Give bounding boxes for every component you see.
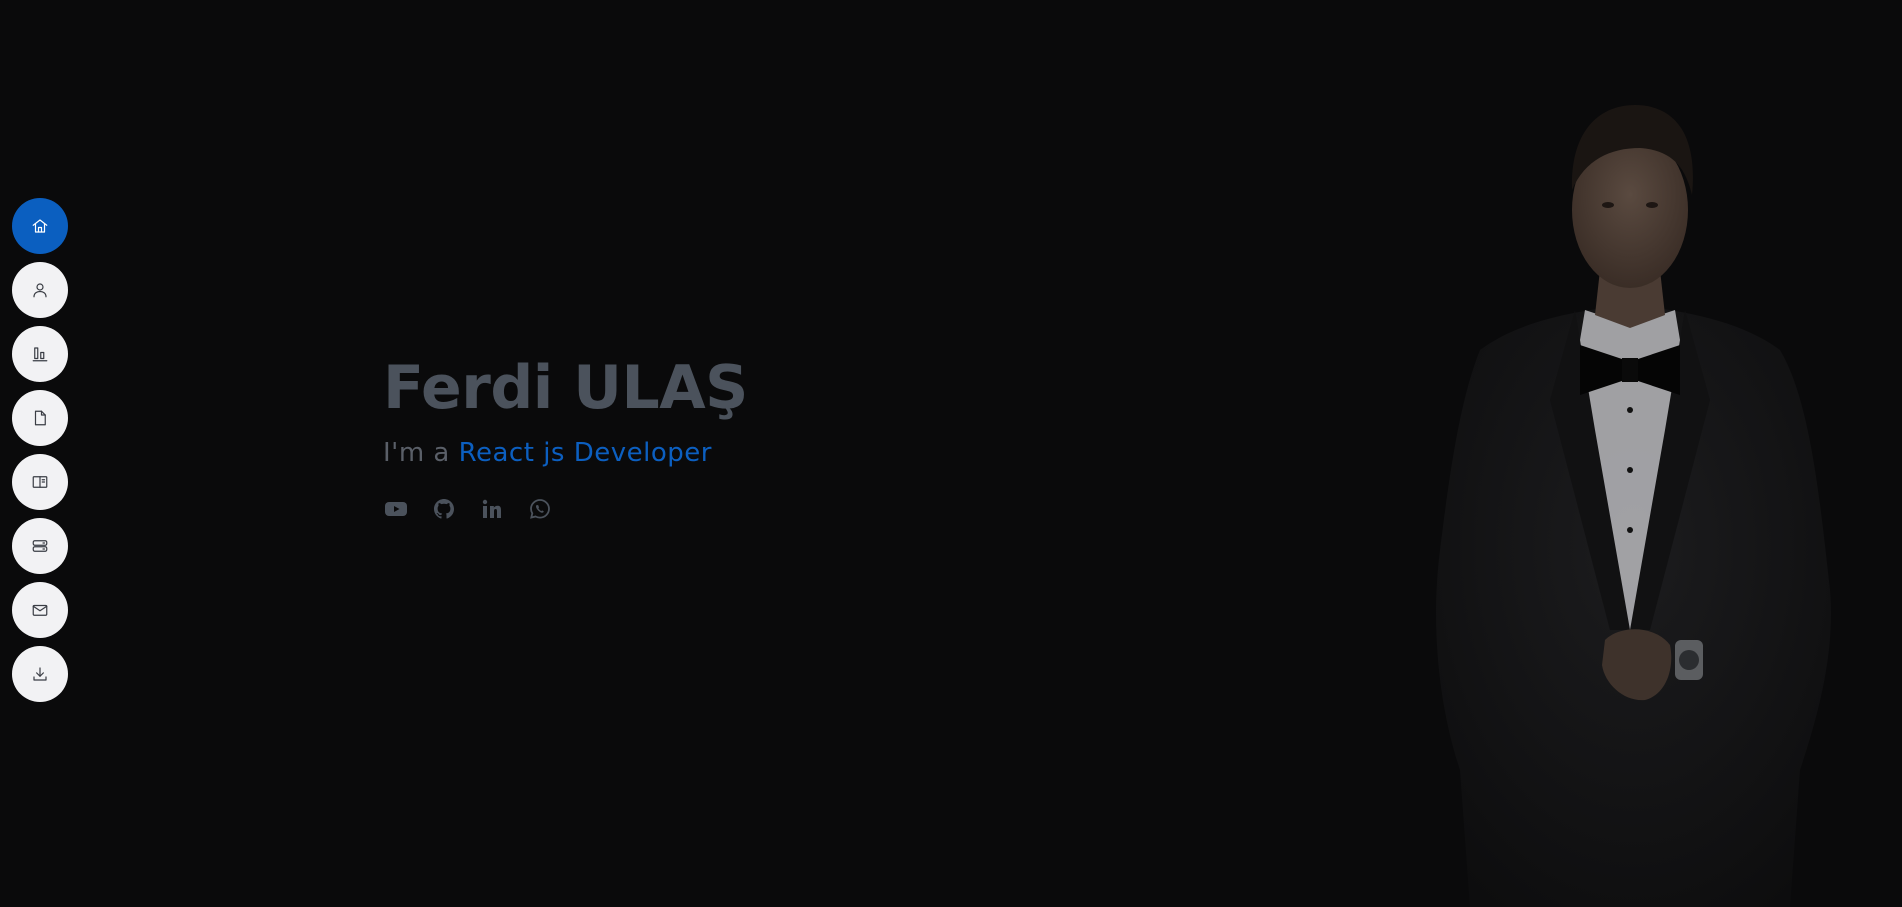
hero-role-highlight: React js Developer: [458, 438, 712, 468]
nav-portfolio-button[interactable]: [12, 454, 68, 510]
hero-role: I'm a React js Developer: [383, 438, 748, 468]
mail-icon: [32, 604, 48, 616]
chart-icon: [32, 347, 48, 362]
nav-resume-button[interactable]: [12, 390, 68, 446]
github-link[interactable]: [431, 496, 457, 522]
page: Ferdi ULAŞ I'm a React js Developer: [0, 0, 1902, 907]
nav-download-button[interactable]: [12, 646, 68, 702]
nav-contact-button[interactable]: [12, 582, 68, 638]
nav-home-button[interactable]: [12, 198, 68, 254]
nav-skills-button[interactable]: [12, 326, 68, 382]
user-icon: [33, 283, 47, 298]
hero: Ferdi ULAŞ I'm a React js Developer: [383, 358, 748, 522]
server-icon: [32, 540, 48, 552]
download-icon: [33, 667, 47, 681]
youtube-link[interactable]: [383, 496, 409, 522]
home-icon: [32, 219, 48, 233]
youtube-icon: [385, 502, 407, 516]
social-links: [383, 496, 748, 522]
whatsapp-icon: [530, 499, 550, 519]
whatsapp-link[interactable]: [527, 496, 553, 522]
github-icon: [434, 499, 454, 519]
nav-services-button[interactable]: [12, 518, 68, 574]
nav-about-button[interactable]: [12, 262, 68, 318]
linkedin-link[interactable]: [479, 496, 505, 522]
side-nav: [12, 198, 68, 702]
book-icon: [32, 476, 48, 488]
portrait-image: [1436, 105, 1831, 907]
hero-name: Ferdi ULAŞ: [383, 353, 748, 423]
hero-role-prefix: I'm a: [383, 438, 450, 468]
file-icon: [34, 410, 46, 426]
linkedin-icon: [482, 499, 501, 518]
